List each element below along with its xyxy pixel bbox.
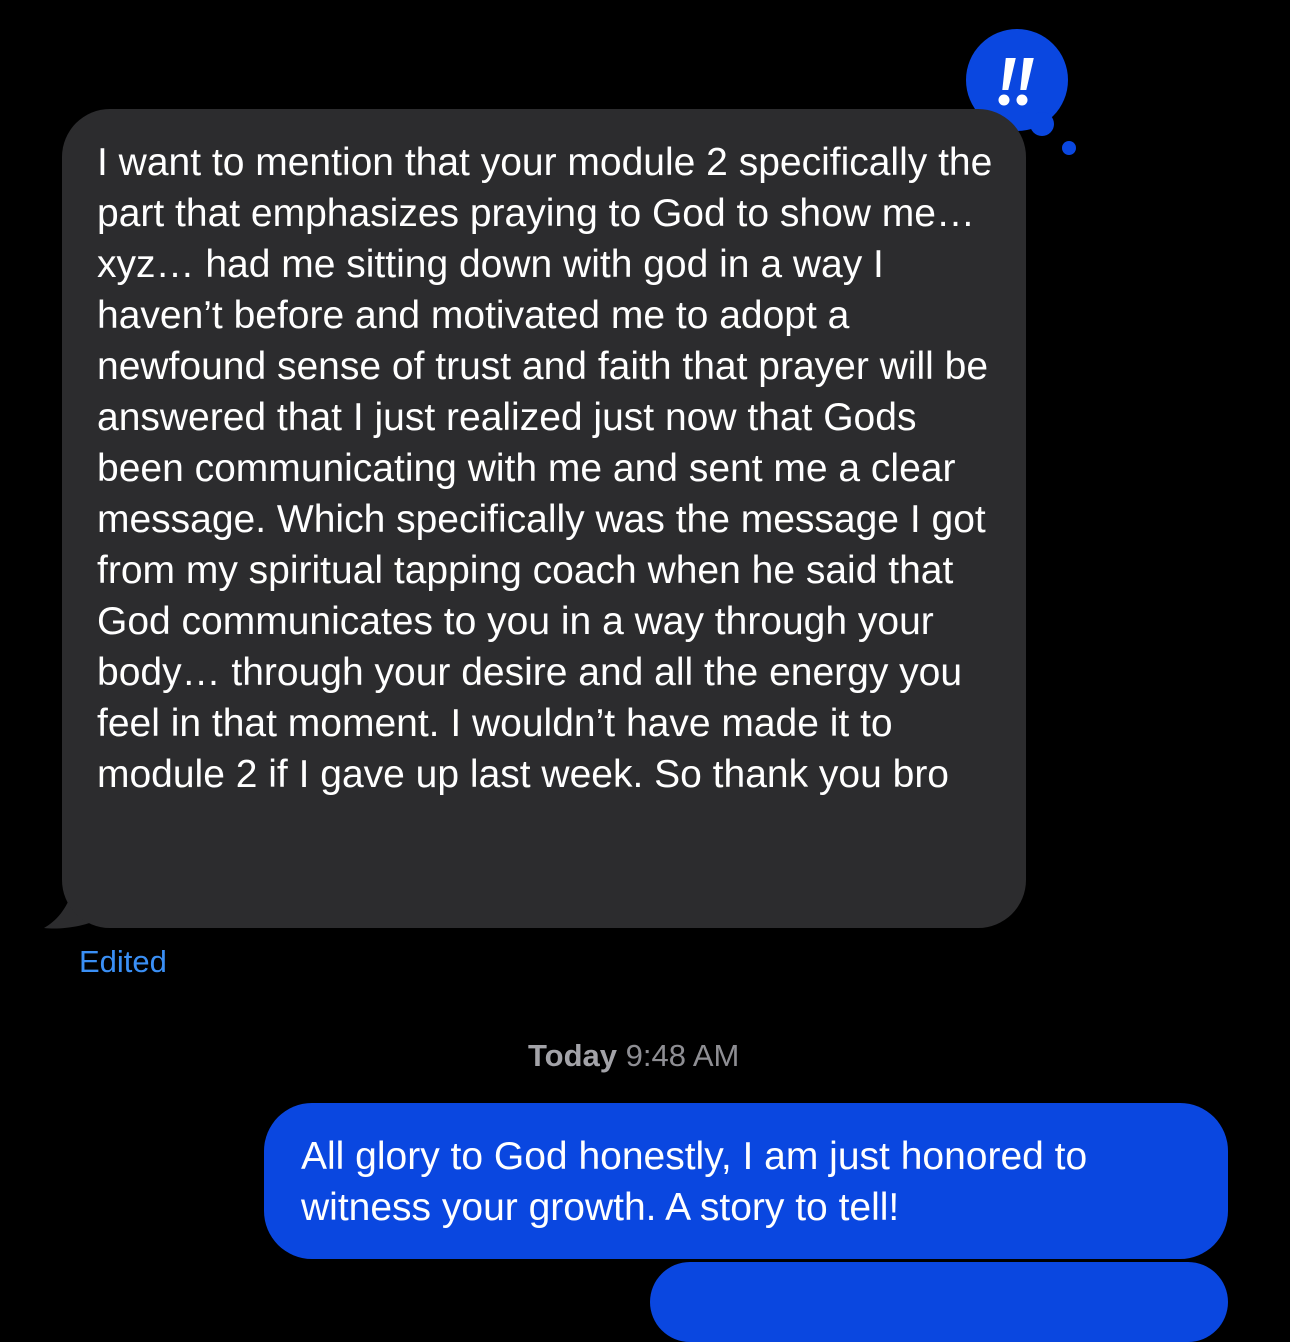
timestamp-day: Today	[528, 1038, 617, 1073]
outgoing-message-bubble[interactable]: All glory to God honestly, I am just hon…	[264, 1103, 1228, 1259]
edited-label[interactable]: Edited	[79, 942, 167, 982]
incoming-message-bubble[interactable]: I want to mention that your module 2 spe…	[62, 109, 1026, 928]
outgoing-message-bubble-partial[interactable]	[650, 1262, 1228, 1342]
timestamp-time: 9:48 AM	[625, 1038, 740, 1073]
